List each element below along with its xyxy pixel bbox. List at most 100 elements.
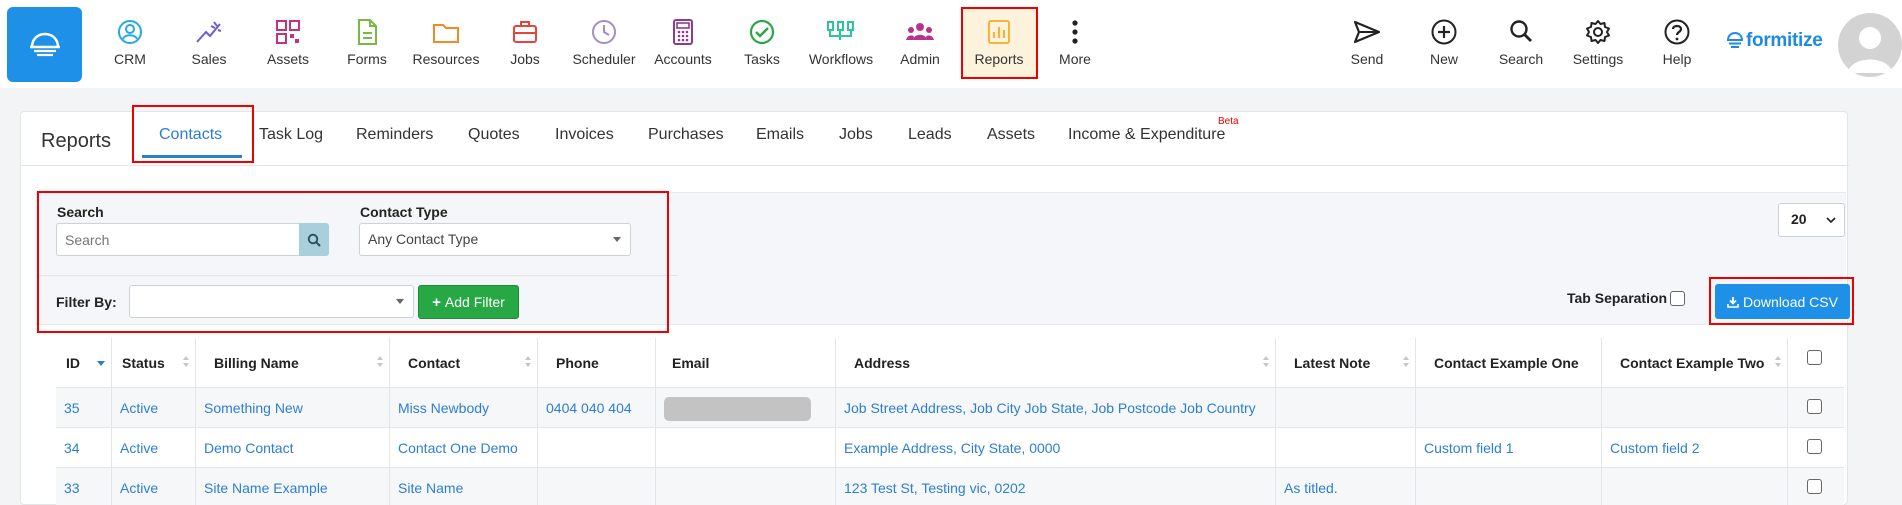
- page-size-select[interactable]: 20: [1778, 203, 1845, 237]
- select-all-checkbox[interactable]: [1807, 350, 1822, 365]
- col-contact-example-one[interactable]: Contact Example One: [1416, 338, 1602, 388]
- col-contact[interactable]: Contact: [390, 338, 538, 388]
- cell-example-one[interactable]: Custom field 1: [1416, 428, 1602, 468]
- cell-address[interactable]: Job Street Address, Job City Job State, …: [836, 388, 1276, 428]
- search-icon: [1481, 16, 1561, 48]
- brand-mark-icon: [1727, 31, 1743, 48]
- nav-send[interactable]: Send: [1327, 16, 1407, 76]
- tab-jobs[interactable]: Jobs: [839, 126, 873, 144]
- nav-sales[interactable]: Sales: [169, 16, 249, 76]
- cell-id[interactable]: 33: [56, 468, 112, 505]
- avatar[interactable]: [1838, 13, 1902, 77]
- cell-example-one[interactable]: [1416, 468, 1602, 505]
- brand-logo[interactable]: formitize: [1726, 30, 1823, 52]
- tab-invoices[interactable]: Invoices: [555, 126, 614, 144]
- col-contact-example-two[interactable]: Contact Example Two: [1602, 338, 1788, 388]
- scheduler-icon: [564, 16, 644, 48]
- nav-tasks[interactable]: Tasks: [722, 16, 802, 76]
- cell-latest-note[interactable]: [1276, 388, 1416, 428]
- col-address[interactable]: Address: [836, 338, 1276, 388]
- table-row: 33 Active Site Name Example Site Name 12…: [56, 468, 1844, 505]
- cell-phone[interactable]: 0404 040 404: [538, 388, 656, 428]
- contacts-tab-highlight-box: [132, 105, 254, 163]
- user-avatar-icon: [1848, 27, 1892, 73]
- nav-jobs[interactable]: Jobs: [485, 16, 565, 76]
- cell-billing-name[interactable]: Site Name Example: [196, 468, 390, 505]
- col-status[interactable]: Status: [112, 338, 196, 388]
- cell-phone[interactable]: [538, 428, 656, 468]
- cell-example-two[interactable]: Custom field 2: [1602, 428, 1788, 468]
- cell-billing-name[interactable]: Demo Contact: [196, 428, 390, 468]
- col-id-label: ID: [66, 355, 80, 371]
- nav-accounts[interactable]: Accounts: [643, 16, 723, 76]
- tab-leads[interactable]: Leads: [908, 126, 952, 144]
- cell-address[interactable]: Example Address, City State, 0000: [836, 428, 1276, 468]
- nav-scheduler[interactable]: Scheduler: [564, 16, 644, 76]
- col-address-label: Address: [854, 355, 911, 371]
- col-latest-note[interactable]: Latest Note: [1276, 338, 1416, 388]
- tab-separation-checkbox[interactable]: [1670, 291, 1685, 306]
- cell-status[interactable]: Active: [112, 428, 196, 468]
- nav-assets[interactable]: Assets: [248, 16, 328, 76]
- settings-icon: [1558, 16, 1638, 48]
- table-row: 35 Active Something New Miss Newbody 040…: [56, 388, 1844, 428]
- cell-latest-note[interactable]: As titled.: [1276, 468, 1416, 505]
- forms-icon: [327, 16, 407, 48]
- nav-crm[interactable]: CRM: [90, 16, 170, 76]
- row-checkbox[interactable]: [1807, 479, 1822, 494]
- home-button[interactable]: [7, 7, 82, 82]
- col-id[interactable]: ID: [56, 338, 112, 388]
- page-size-value: 20: [1791, 211, 1807, 227]
- col-phone[interactable]: Phone: [538, 338, 656, 388]
- nav-new[interactable]: New: [1404, 16, 1484, 76]
- reports-highlight-box: [961, 7, 1038, 79]
- cell-billing-name[interactable]: Something New: [196, 388, 390, 428]
- col-email[interactable]: Email: [656, 338, 836, 388]
- nav-workflows[interactable]: Workflows: [801, 16, 881, 76]
- nav-settings[interactable]: Settings: [1558, 16, 1638, 76]
- cell-id[interactable]: 35: [56, 388, 112, 428]
- cell-example-one[interactable]: [1416, 388, 1602, 428]
- tab-assets[interactable]: Assets: [987, 126, 1035, 144]
- nav-label: Sales: [191, 51, 227, 67]
- col-contact-label: Contact: [408, 355, 461, 371]
- row-checkbox[interactable]: [1807, 399, 1822, 414]
- cell-email[interactable]: [656, 388, 836, 428]
- nav-label: New: [1429, 51, 1458, 67]
- tab-emails[interactable]: Emails: [756, 126, 804, 144]
- cell-id[interactable]: 34: [56, 428, 112, 468]
- tab-reminders[interactable]: Reminders: [356, 126, 433, 144]
- nav-help[interactable]: Help: [1637, 16, 1717, 76]
- cell-contact[interactable]: Site Name: [390, 468, 538, 505]
- col-billing-name[interactable]: Billing Name: [196, 338, 390, 388]
- cell-contact[interactable]: Miss Newbody: [390, 388, 538, 428]
- tab-task-log[interactable]: Task Log: [259, 126, 323, 144]
- nav-search[interactable]: Search: [1481, 16, 1561, 76]
- cell-phone[interactable]: [538, 468, 656, 505]
- nav-label: Workflows: [808, 51, 874, 67]
- cell-latest-note[interactable]: [1276, 428, 1416, 468]
- cell-address[interactable]: 123 Test St, Testing vic, 0202: [836, 468, 1276, 505]
- nav-resources[interactable]: Resources: [406, 16, 486, 76]
- sort-desc-icon: [97, 361, 105, 366]
- nav-forms[interactable]: Forms: [327, 16, 407, 76]
- send-icon: [1327, 16, 1407, 48]
- nav-label: Scheduler: [572, 51, 636, 67]
- cell-example-two[interactable]: [1602, 468, 1788, 505]
- nav-label: Settings: [1572, 51, 1624, 67]
- cell-status[interactable]: Active: [112, 468, 196, 505]
- nav-label: CRM: [114, 51, 146, 67]
- row-checkbox[interactable]: [1807, 439, 1822, 454]
- cell-contact[interactable]: Contact One Demo: [390, 428, 538, 468]
- tab-quotes[interactable]: Quotes: [468, 126, 520, 144]
- cell-status[interactable]: Active: [112, 388, 196, 428]
- nav-admin[interactable]: Admin: [880, 16, 960, 76]
- cell-email[interactable]: [656, 468, 836, 505]
- cell-example-two[interactable]: [1602, 388, 1788, 428]
- beta-badge: Beta: [1218, 116, 1239, 127]
- cell-email[interactable]: [656, 428, 836, 468]
- tab-income-expenditure[interactable]: Income & Expenditure: [1068, 126, 1225, 144]
- home-logo-icon: [29, 32, 60, 56]
- nav-more[interactable]: More: [1035, 16, 1115, 76]
- tab-purchases[interactable]: Purchases: [648, 126, 724, 144]
